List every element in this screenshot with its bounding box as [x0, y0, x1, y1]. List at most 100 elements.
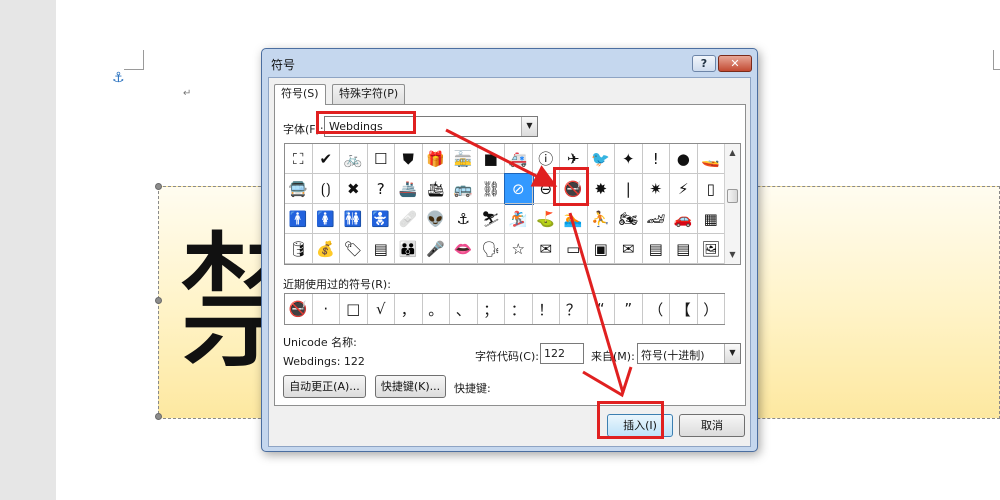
symbol-cell[interactable]: ✷	[642, 174, 670, 204]
symbol-cell[interactable]: ✦	[615, 144, 643, 174]
symbol-cell[interactable]: !	[642, 144, 670, 174]
symbol-cell[interactable]: 👽	[422, 204, 450, 234]
symbol-cell[interactable]: 🚑	[505, 144, 533, 174]
symbol-cell[interactable]: ▤	[642, 234, 670, 264]
symbol-cell[interactable]: ▤	[670, 234, 698, 264]
resize-handle[interactable]	[155, 297, 162, 304]
symbol-cell[interactable]: ▤	[367, 234, 395, 264]
symbol-cell[interactable]: 🏎	[642, 204, 670, 234]
symbol-cell[interactable]: ✉	[615, 234, 643, 264]
cancel-button[interactable]: 取消	[679, 414, 745, 437]
resize-handle[interactable]	[155, 413, 162, 420]
symbol-cell[interactable]: ⛷	[477, 204, 505, 234]
recent-symbol-cell[interactable]: 。	[423, 294, 450, 324]
character-code-input[interactable]: 122	[540, 343, 584, 364]
symbol-cell[interactable]: 🚺	[312, 204, 340, 234]
symbol-cell[interactable]: ⛶	[285, 144, 313, 174]
symbol-grid-scrollbar[interactable]: ▲ ▼	[724, 144, 740, 264]
margin-corner-mark	[993, 50, 1000, 70]
symbol-cell[interactable]: ✖	[340, 174, 368, 204]
symbol-cell[interactable]: 🚋	[450, 144, 478, 174]
symbol-cell[interactable]: ✸	[587, 174, 615, 204]
symbol-cell[interactable]: 🚻	[340, 204, 368, 234]
symbol-cell[interactable]: 🖼	[697, 234, 725, 264]
symbol-cell[interactable]: ⛓	[477, 174, 505, 204]
symbol-cell[interactable]: 👪	[395, 234, 423, 264]
symbol-cell[interactable]: 🚹	[285, 204, 313, 234]
scroll-down-icon[interactable]: ▼	[725, 248, 740, 262]
symbol-cell[interactable]: ⛊	[395, 144, 423, 174]
symbol-cell[interactable]: 💰	[312, 234, 340, 264]
symbol-cell[interactable]: 🚗	[670, 204, 698, 234]
symbol-cell[interactable]: 🏂	[505, 204, 533, 234]
symbol-cell[interactable]: ?	[367, 174, 395, 204]
scroll-thumb[interactable]	[727, 189, 738, 203]
symbol-cell[interactable]: ☆	[505, 234, 533, 264]
symbol-cell[interactable]: ⛹	[587, 204, 615, 234]
symbol-cell[interactable]: ⟮⟯	[312, 174, 340, 204]
symbol-cell[interactable]: ▭	[560, 234, 588, 264]
symbol-cell[interactable]: ☐	[367, 144, 395, 174]
shortcut-key-button[interactable]: 快捷键(K)...	[375, 375, 446, 398]
recent-symbol-cell[interactable]: 、	[450, 294, 478, 324]
symbol-cell[interactable]: ✔	[312, 144, 340, 174]
symbol-cell[interactable]: ●	[670, 144, 698, 174]
help-button[interactable]: ?	[692, 55, 716, 72]
symbol-cell[interactable]: ▣	[587, 234, 615, 264]
autocorrect-button[interactable]: 自动更正(A)...	[283, 375, 366, 398]
chevron-down-icon[interactable]: ▼	[724, 344, 740, 363]
dialog-titlebar[interactable]: 符号 ? ✕	[262, 49, 757, 77]
symbol-cell[interactable]: 🚍	[285, 174, 313, 204]
resize-handle[interactable]	[155, 183, 162, 190]
recent-symbol-cell[interactable]: √	[368, 294, 395, 324]
recent-symbol-cell[interactable]: ：	[505, 294, 533, 324]
from-select[interactable]: 符号(十进制) ▼	[637, 343, 741, 364]
symbol-cell[interactable]: 🏷	[340, 234, 368, 264]
recent-symbol-cell[interactable]: ；	[478, 294, 505, 324]
symbol-cell[interactable]: |	[615, 174, 643, 204]
symbol-cell[interactable]: 🏊	[560, 204, 588, 234]
recent-symbol-cell[interactable]: ！	[533, 294, 560, 324]
tab-symbol[interactable]: 符号(S)	[274, 84, 326, 105]
recent-symbol-cell[interactable]: 🚭	[285, 294, 313, 324]
symbol-cell[interactable]: ⚓	[450, 204, 478, 234]
symbol-cell[interactable]: 🚤	[697, 144, 725, 174]
symbol-cell[interactable]: ✉	[532, 234, 560, 264]
symbol-cell-selected[interactable]: ⊘	[504, 173, 534, 205]
symbol-cell[interactable]: 🗣	[477, 234, 505, 264]
symbol-cell[interactable]: 🩹	[395, 204, 423, 234]
symbol-cell[interactable]: ⚡	[670, 174, 698, 204]
symbol-cell[interactable]: ▯	[697, 174, 725, 204]
symbol-cell[interactable]: ▦	[697, 204, 725, 234]
scroll-up-icon[interactable]: ▲	[725, 146, 740, 160]
recent-symbol-cell[interactable]: □	[340, 294, 368, 324]
symbol-grid: ⛶ ✔ 🚲 ☐ ⛊ 🎁 🚋 ■ 🚑 ⓘ ✈ 🐦 ✦! ● 🚤 🚍 ⟮⟯ ✖? 🚢 🛳 🚌 ⛓ ⊘ ⊖ 🚭 ✸ | ✷ ⚡ ▯ 🚹 🚺 🚻 🚼 🩹 👽 ⚓…	[284, 143, 741, 265]
chevron-down-icon[interactable]: ▼	[521, 117, 537, 136]
close-button[interactable]: ✕	[718, 55, 752, 72]
symbol-cell[interactable]: 👄	[450, 234, 478, 264]
symbol-cell[interactable]: 🛢	[285, 234, 313, 264]
symbol-cell[interactable]: 🚢	[395, 174, 423, 204]
symbol-cell[interactable]: 🐦	[587, 144, 615, 174]
symbol-cell[interactable]: 🛳	[422, 174, 450, 204]
symbol-cell[interactable]: 🚼	[367, 204, 395, 234]
symbol-cell[interactable]: 🚌	[450, 174, 478, 204]
unicode-name-label: Unicode 名称:	[283, 336, 357, 349]
symbol-cell[interactable]: 🎤	[422, 234, 450, 264]
symbol-cell[interactable]: 🎁	[422, 144, 450, 174]
symbol-cells: ⛶ ✔ 🚲 ☐ ⛊ 🎁 🚋 ■ 🚑 ⓘ ✈ 🐦 ✦! ● 🚤 🚍 ⟮⟯ ✖? 🚢 🛳 🚌 ⛓ ⊘ ⊖ 🚭 ✸ | ✷ ⚡ ▯ 🚹 🚺 🚻 🚼 🩹 👽 ⚓…	[285, 144, 725, 264]
recent-symbol-cell[interactable]: ，	[395, 294, 423, 324]
recent-symbol-cell[interactable]: （	[643, 294, 670, 324]
symbol-cell[interactable]: ⛳	[532, 204, 560, 234]
recent-symbol-cell[interactable]: “	[588, 294, 615, 324]
recent-symbol-cell[interactable]: ”	[615, 294, 643, 324]
symbol-cell[interactable]: ■	[477, 144, 505, 174]
symbol-cell[interactable]: 🚲	[340, 144, 368, 174]
tab-special-characters[interactable]: 特殊字符(P)	[332, 84, 406, 104]
symbol-cell[interactable]: 🏍	[615, 204, 643, 234]
recent-symbol-cell[interactable]: ）	[698, 294, 725, 324]
symbol-tab-panel: 字体(F): Webdings ▼ ⛶ ✔ 🚲 ☐ ⛊ 🎁 🚋 ■ 🚑 ⓘ ✈ 🐦 ✦! ● 🚤 🚍 ⟮⟯ ✖? 🚢…	[274, 104, 746, 406]
recent-symbol-cell[interactable]: ·	[313, 294, 340, 324]
recent-symbol-cell[interactable]: 【	[670, 294, 698, 324]
recent-symbol-cell[interactable]: ？	[560, 294, 588, 324]
